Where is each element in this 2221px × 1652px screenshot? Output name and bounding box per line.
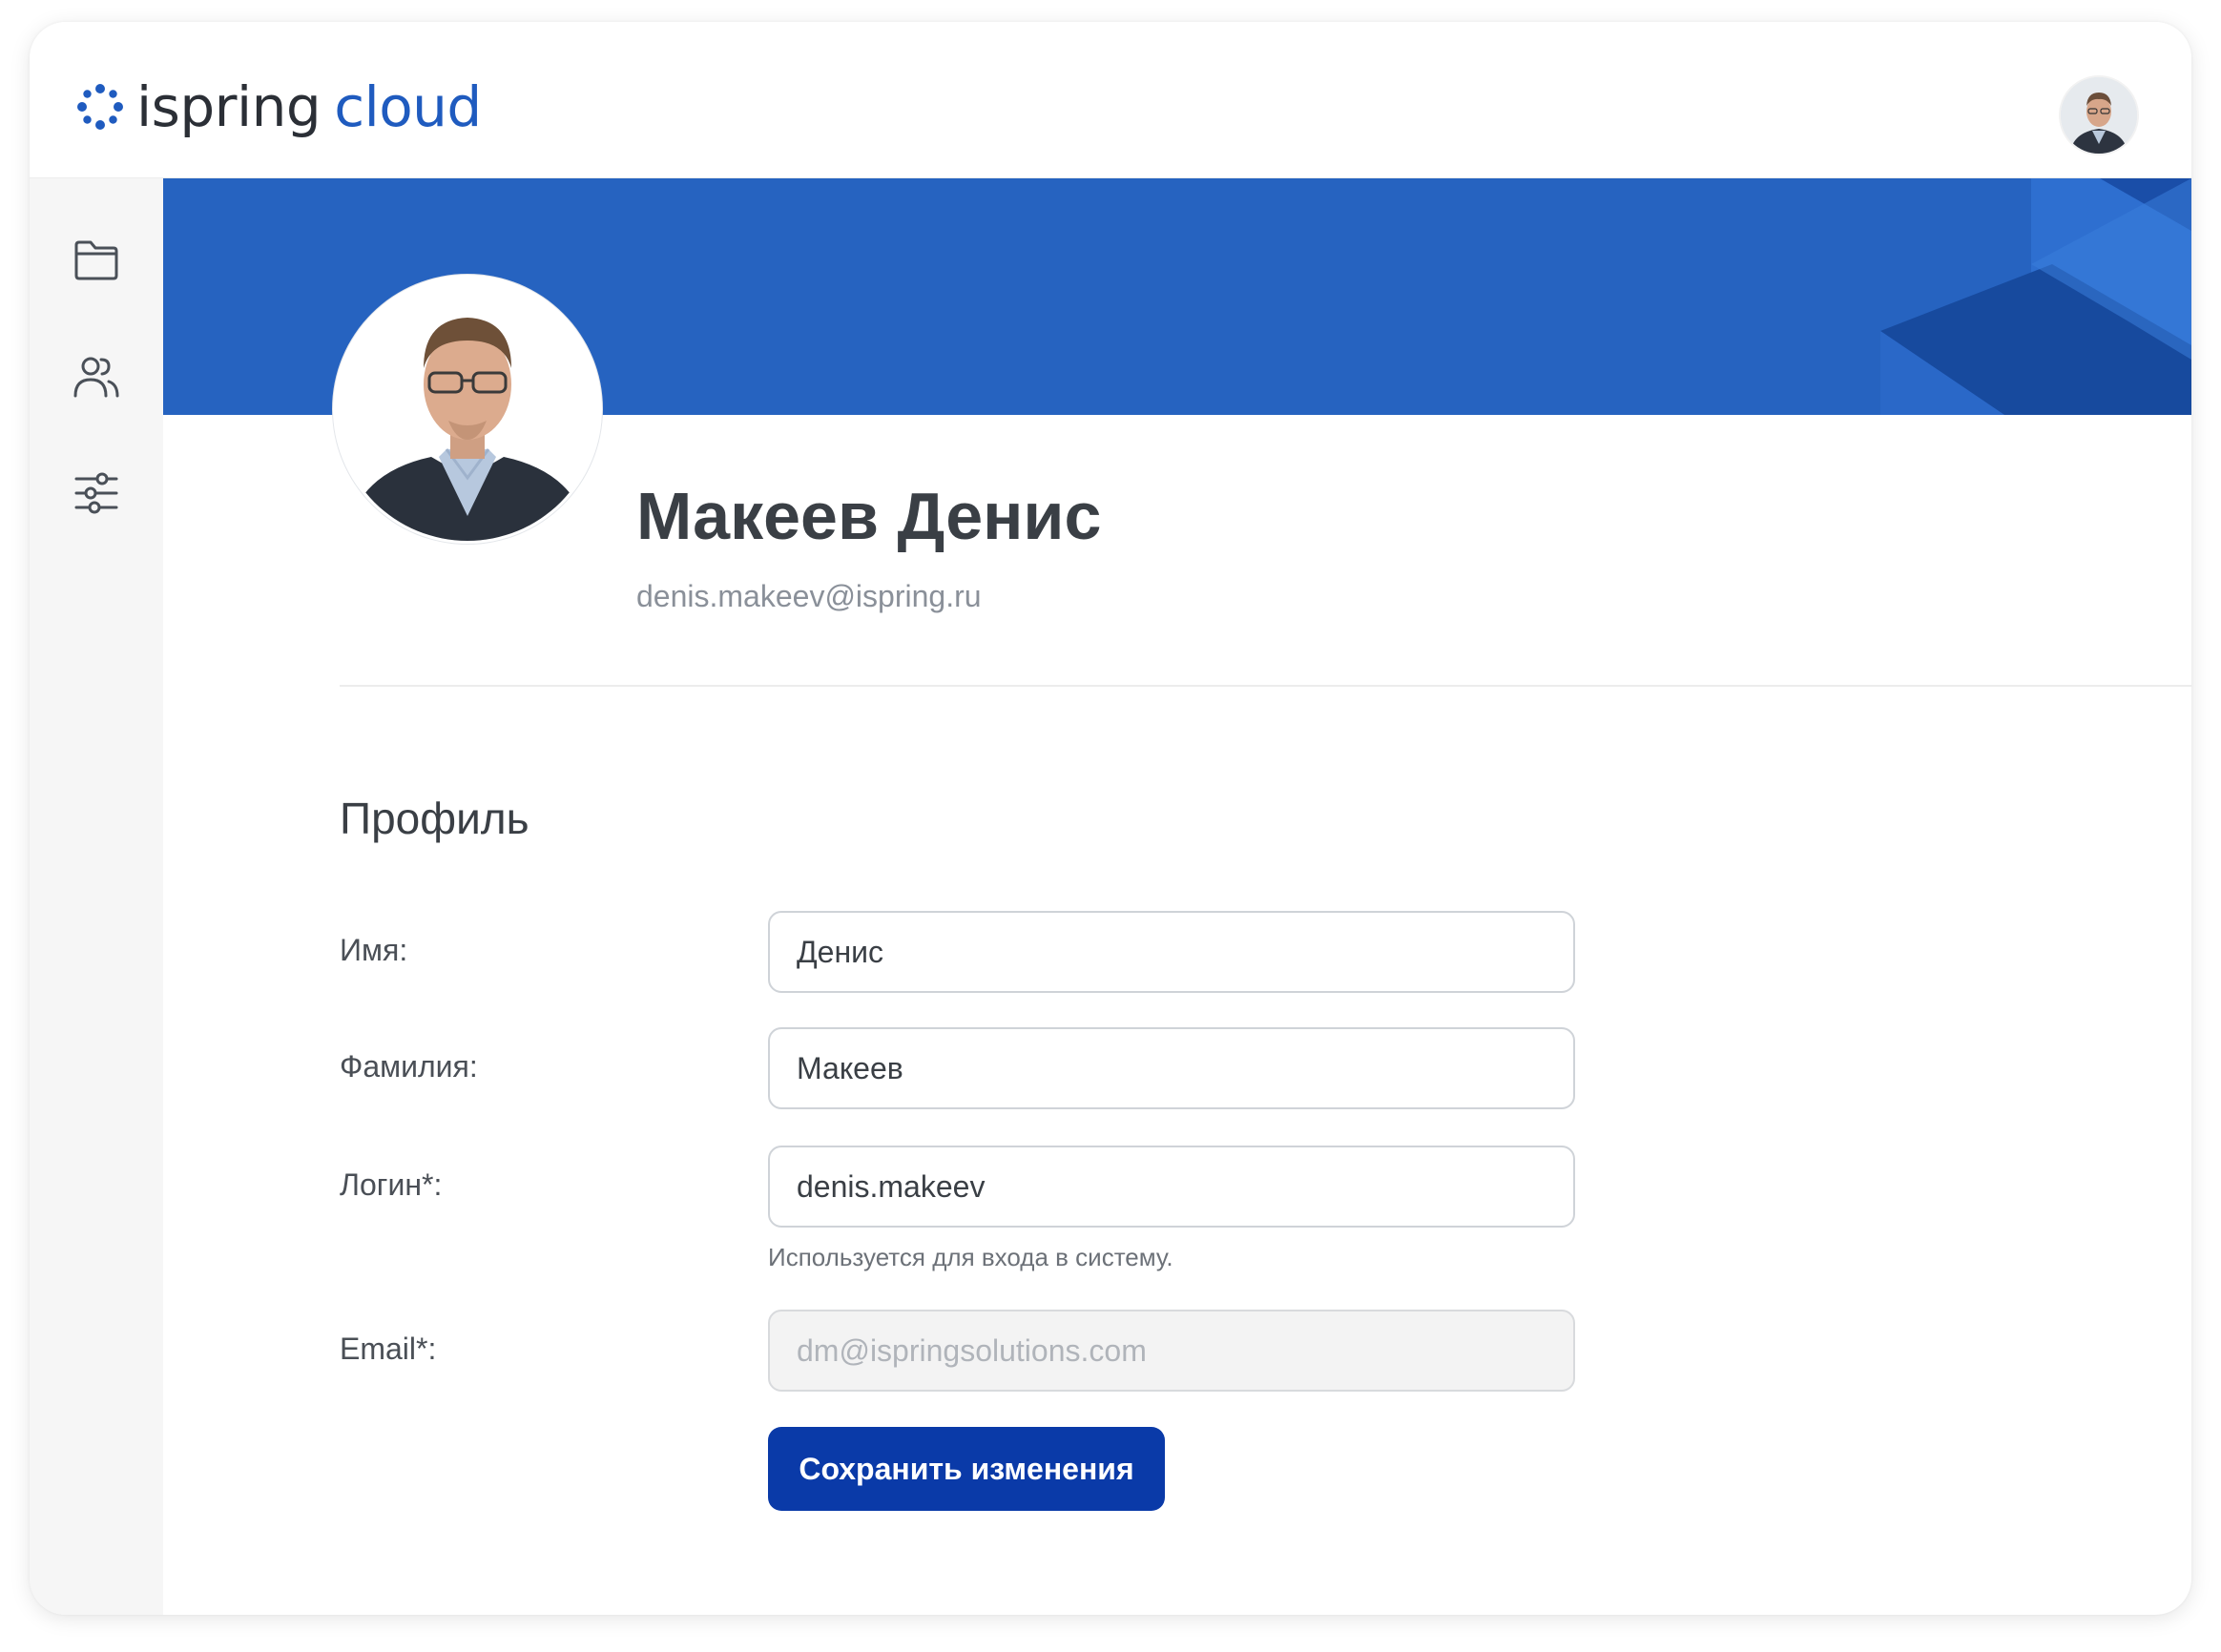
sidebar-item-settings[interactable] xyxy=(70,466,123,520)
sidebar-item-users[interactable] xyxy=(70,350,123,403)
first-name-field[interactable] xyxy=(768,911,1575,993)
users-icon xyxy=(73,357,119,398)
login-label: Логин*: xyxy=(340,1167,443,1202)
user-avatar-icon xyxy=(2061,77,2137,154)
folder-icon xyxy=(74,240,118,280)
login-field[interactable] xyxy=(768,1146,1575,1228)
email-label: Email*: xyxy=(340,1332,437,1366)
profile-email: denis.makeev@ispring.ru xyxy=(636,579,982,613)
last-name-field[interactable] xyxy=(768,1027,1575,1109)
sliders-icon xyxy=(74,472,118,514)
top-header: ispring cloud xyxy=(30,22,2191,178)
logo-word-cloud: cloud xyxy=(334,74,482,139)
logo-word-ispring: ispring xyxy=(136,74,322,139)
profile-name: Макеев Денис xyxy=(636,479,1102,553)
divider xyxy=(340,685,2191,687)
profile-avatar[interactable] xyxy=(333,275,602,544)
email-field xyxy=(768,1310,1575,1392)
ispring-cloud-logo[interactable]: ispring cloud xyxy=(75,73,482,140)
ispring-logo-icon xyxy=(77,84,123,130)
first-name-label: Имя: xyxy=(340,933,408,967)
section-title-profile: Профиль xyxy=(340,794,529,843)
last-name-label: Фамилия: xyxy=(340,1049,478,1084)
app-window: ispring cloud Макеев Денис denis.makeev@… xyxy=(30,22,2191,1615)
user-avatar-icon xyxy=(336,278,599,541)
sidebar-item-files[interactable] xyxy=(70,234,123,287)
header-user-avatar[interactable] xyxy=(2059,75,2139,155)
left-sidebar xyxy=(30,178,163,1615)
save-changes-button[interactable]: Сохранить изменения xyxy=(768,1427,1165,1511)
login-hint: Используется для входа в систему. xyxy=(768,1243,1173,1271)
